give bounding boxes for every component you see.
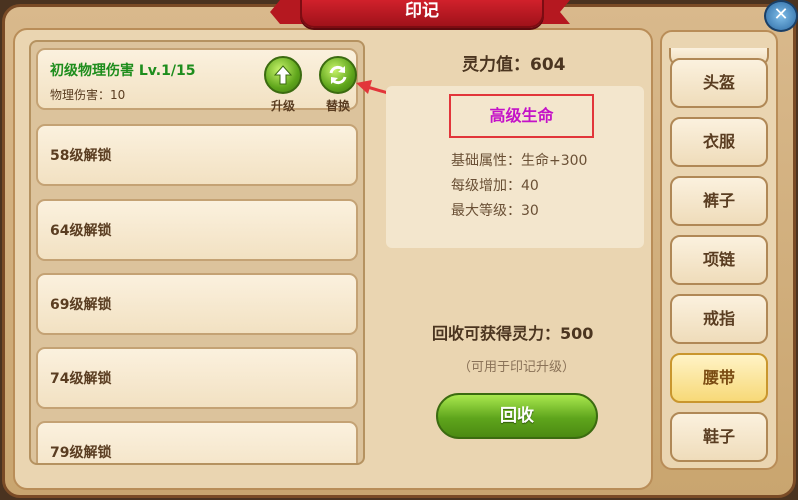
- upgrade-button[interactable]: [264, 56, 302, 94]
- max-level: 最大等级：30: [451, 203, 539, 219]
- tab-helmet[interactable]: 头盔: [670, 58, 768, 108]
- recycle-note: （可用于印记升级）: [458, 360, 576, 375]
- tab-pants[interactable]: 裤子: [670, 176, 768, 226]
- mark-slot-locked[interactable]: 74级解锁: [36, 347, 358, 409]
- close-icon: ✕: [773, 4, 789, 25]
- unlock-level-text: 69级解锁: [50, 297, 112, 313]
- refresh-icon: [329, 65, 347, 85]
- mark-slot-list: 初级物理伤害 Lv.1/15 物理伤害：10 升级 替换 58级解锁 64级解锁…: [29, 40, 365, 465]
- mark-slot-active[interactable]: 初级物理伤害 Lv.1/15 物理伤害：10 升级 替换: [36, 48, 358, 113]
- recycle-button[interactable]: 回收: [436, 393, 598, 439]
- per-level-increase: 每级增加：40: [451, 178, 539, 194]
- unlock-level-text: 58级解锁: [50, 148, 112, 164]
- dialog-title: 印记: [300, 0, 544, 28]
- close-button[interactable]: ✕: [764, 0, 798, 32]
- mark-slot-locked[interactable]: 58级解锁: [36, 124, 358, 186]
- unlock-level-text: 64级解锁: [50, 223, 112, 239]
- tab-necklace[interactable]: 项链: [670, 235, 768, 285]
- mark-slot-locked[interactable]: 79级解锁: [36, 421, 358, 463]
- mark-desc: 物理伤害：10: [50, 88, 126, 102]
- tab-armor[interactable]: 衣服: [670, 117, 768, 167]
- unlock-level-text: 74级解锁: [50, 371, 112, 387]
- tab-shoes[interactable]: 鞋子: [670, 412, 768, 462]
- spirit-value: 灵力值：604: [462, 55, 566, 75]
- mark-item-name: 高级生命: [449, 94, 594, 138]
- mark-name: 初级物理伤害 Lv.1/15: [50, 63, 196, 79]
- mark-slot-locked[interactable]: 69级解锁: [36, 273, 358, 335]
- equipment-tab-panel: 头盔 衣服 裤子 项链 戒指 腰带 鞋子: [660, 30, 778, 470]
- tab-ring[interactable]: 戒指: [670, 294, 768, 344]
- unlock-level-text: 79级解锁: [50, 445, 112, 461]
- tab-belt[interactable]: 腰带: [670, 353, 768, 403]
- mark-slot-locked[interactable]: 64级解锁: [36, 199, 358, 261]
- upgrade-label: 升级: [270, 99, 295, 113]
- base-attribute: 基础属性：生命+300: [451, 153, 588, 169]
- recycle-gain: 回收可获得灵力：500: [432, 324, 594, 343]
- arrow-up-icon: [273, 65, 293, 85]
